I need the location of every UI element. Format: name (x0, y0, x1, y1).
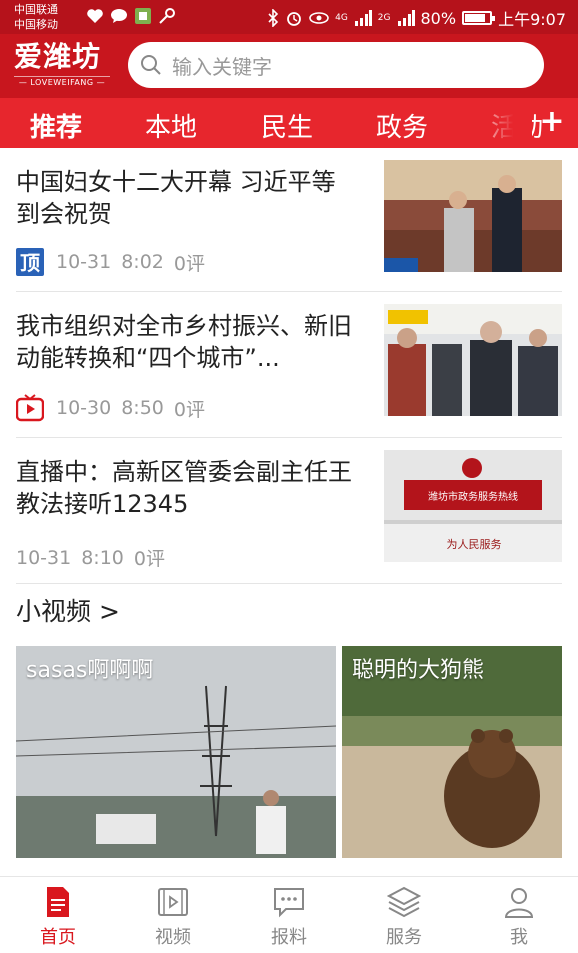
app-header: 爱潍坊 — LOVEWEIFANG — 输入关键字 (0, 34, 578, 98)
news-time: 8:02 (121, 251, 164, 273)
tab-local[interactable]: 本地 (145, 107, 197, 144)
logo-text: 爱潍坊 (14, 40, 102, 73)
tv-icon (16, 394, 44, 422)
news-item[interactable]: 我市组织对全市乡村振兴、新旧动能转换和“四个城市”... 10-30 8:50 … (16, 292, 562, 438)
tab-recommend[interactable]: 推荐 (30, 107, 82, 144)
news-comments: 0评 (173, 252, 205, 275)
clock: 上午9:07 (498, 10, 566, 29)
divider (16, 583, 562, 584)
layers-icon (387, 886, 421, 918)
nav-label: 服务 (386, 927, 422, 948)
nav-label: 首页 (40, 927, 76, 948)
search-icon (141, 55, 161, 75)
news-item[interactable]: 直播中：高新区管委会副主任王教法接听12345 10-31 8:10 0评 潍坊… (16, 438, 562, 584)
eye-icon (309, 12, 329, 24)
key-icon (159, 8, 175, 24)
app-logo: 爱潍坊 — LOVEWEIFANG — (14, 40, 114, 90)
video-title: sasas啊啊啊 (26, 658, 154, 683)
nav-home[interactable]: 首页 (18, 885, 98, 949)
tab-livelihood[interactable]: 民生 (261, 107, 313, 144)
channel-tabs: 推荐 本地 民生 政务 活动 + (0, 98, 578, 148)
carrier-info: 中国联通 中国移动 (14, 2, 58, 32)
short-video-heading[interactable]: 小视频 > (16, 592, 120, 628)
carrier-2: 中国移动 (14, 18, 58, 31)
news-time: 8:10 (81, 546, 124, 569)
thumb-sign-text: 潍坊市政务服务热线 (428, 490, 518, 503)
ding-icon: 顶 (16, 248, 44, 276)
search-placeholder: 输入关键字 (172, 54, 272, 79)
thumb-motto-text: 为人民服务 (447, 538, 502, 551)
bottom-navigation: 首页 视频 报料 服务 我 (0, 876, 578, 953)
signal-icon (354, 10, 372, 26)
tab-fade (470, 98, 532, 148)
logo-subtitle: — LOVEWEIFANG — (14, 76, 110, 87)
nav-me[interactable]: 我 (479, 885, 559, 949)
nav-label: 报料 (271, 927, 307, 948)
nav-report[interactable]: 报料 (249, 885, 329, 949)
network-type-1: 4G (335, 13, 348, 23)
carrier-1: 中国联通 (14, 3, 58, 16)
news-comments: 0评 (133, 548, 165, 570)
news-title: 中国妇女十二大开幕 习近平等到会祝贺 (16, 168, 336, 228)
heart-rate-icon (87, 9, 103, 23)
nav-service[interactable]: 服务 (364, 885, 444, 949)
video-title: 聪明的大狗熊 (352, 658, 485, 683)
battery-percent: 80% (420, 8, 457, 28)
chat-icon (274, 888, 304, 918)
battery-icon (462, 11, 496, 25)
news-meta: 10-31 8:10 0评 (16, 544, 175, 571)
search-input[interactable]: 输入关键字 (128, 42, 544, 88)
news-meta: 10-30 8:50 0评 (16, 394, 215, 422)
status-indicators: 4G 2G 80% 上午9:07 (267, 6, 566, 30)
alarm-icon (287, 12, 301, 26)
short-video-card[interactable]: 聪明的大狗熊 (342, 646, 562, 858)
news-title: 直播中：高新区管委会副主任王教法接听12345 (16, 458, 352, 518)
chat-bubble-icon (111, 9, 127, 23)
svg-text:顶: 顶 (20, 251, 40, 275)
video-icon (158, 888, 188, 916)
tab-government[interactable]: 政务 (376, 107, 428, 144)
nav-label: 我 (510, 927, 528, 948)
notification-icons (86, 8, 176, 24)
news-item[interactable]: 中国妇女十二大开幕 习近平等到会祝贺 顶 10-31 8:02 0评 (16, 148, 562, 292)
nav-label: 视频 (155, 927, 191, 948)
status-bar: 中国联通 中国移动 4G 2G 80% 上午9:07 (0, 0, 578, 34)
bluetooth-icon (268, 9, 279, 27)
news-comments: 0评 (173, 398, 205, 421)
user-icon (504, 888, 534, 918)
news-date: 10-30 (56, 397, 112, 419)
nav-video[interactable]: 视频 (133, 885, 213, 949)
news-meta: 顶 10-31 8:02 0评 (16, 248, 215, 276)
signal-icon-2 (397, 10, 415, 26)
news-time: 8:50 (121, 397, 164, 419)
home-document-icon (47, 887, 69, 917)
news-title: 我市组织对全市乡村振兴、新旧动能转换和“四个城市”... (16, 312, 352, 372)
news-thumbnail (384, 304, 562, 416)
news-thumbnail (384, 160, 562, 272)
add-channel-button[interactable]: + (530, 100, 574, 146)
news-date: 10-31 (56, 251, 112, 273)
news-date: 10-31 (16, 546, 72, 569)
app-notification-icon (135, 8, 151, 24)
network-type-2: 2G (377, 13, 391, 23)
short-video-card[interactable]: sasas啊啊啊 (16, 646, 336, 858)
news-thumbnail: 潍坊市政务服务热线 为人民服务 (384, 450, 562, 562)
